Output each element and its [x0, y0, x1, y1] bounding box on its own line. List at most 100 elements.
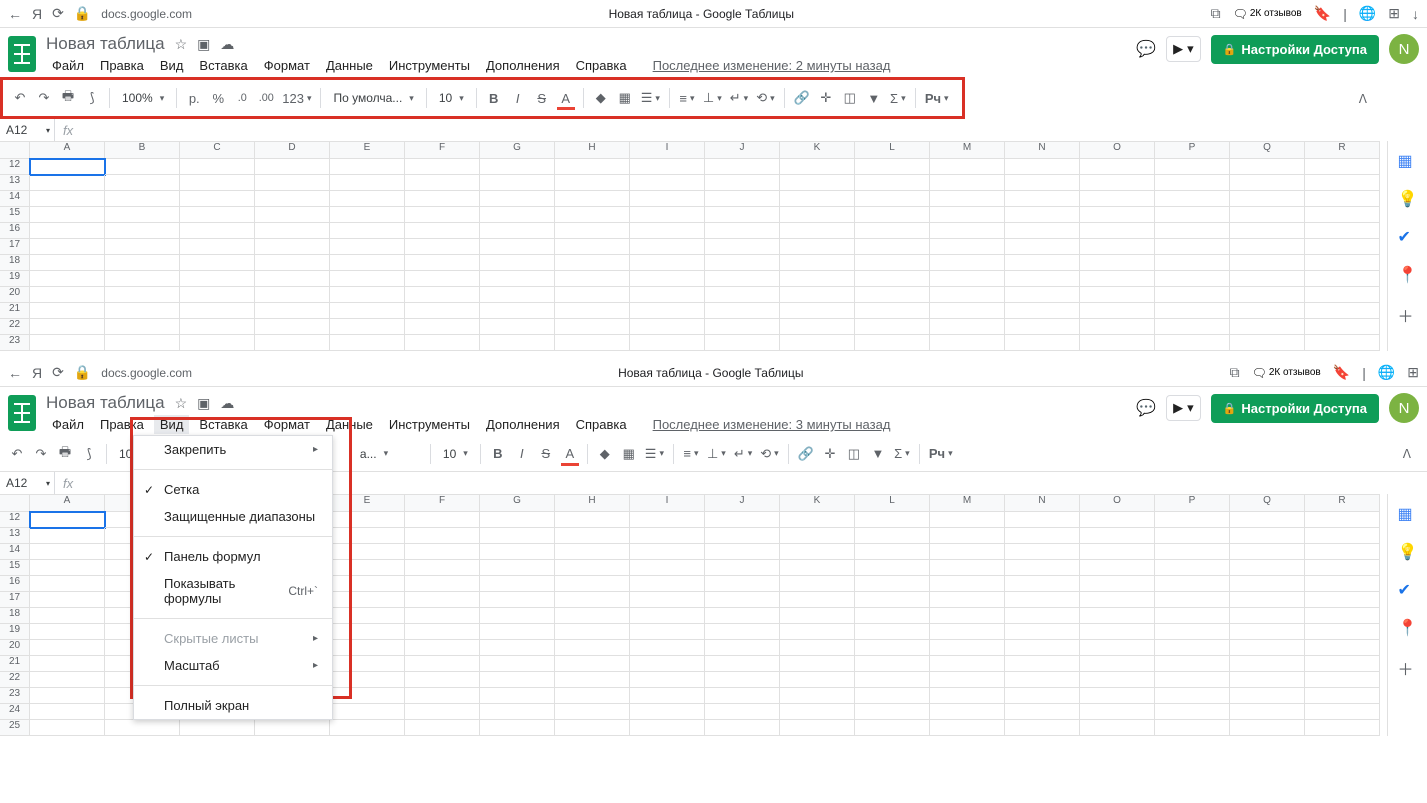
- rotate-dropdown[interactable]: ⟲: [753, 85, 777, 111]
- cell[interactable]: [1005, 544, 1080, 560]
- cell[interactable]: [30, 672, 105, 688]
- cell[interactable]: [105, 223, 180, 239]
- cell[interactable]: [405, 544, 480, 560]
- cell[interactable]: [330, 592, 405, 608]
- cell[interactable]: [1155, 704, 1230, 720]
- link-icon[interactable]: 🔗: [791, 85, 813, 111]
- move-icon[interactable]: ▣: [197, 395, 210, 412]
- merge-dropdown[interactable]: ☰: [638, 85, 663, 111]
- cell[interactable]: [105, 255, 180, 271]
- cell[interactable]: [30, 688, 105, 704]
- cell[interactable]: [1155, 688, 1230, 704]
- cell[interactable]: [330, 560, 405, 576]
- textcolor-icon[interactable]: A: [559, 441, 581, 467]
- redo-icon[interactable]: ↷: [30, 441, 52, 467]
- cell[interactable]: [855, 191, 930, 207]
- functions-dropdown[interactable]: Σ: [891, 441, 913, 467]
- cell[interactable]: [705, 255, 780, 271]
- cell[interactable]: [330, 656, 405, 672]
- cell[interactable]: [930, 335, 1005, 351]
- cell[interactable]: [630, 576, 705, 592]
- cell[interactable]: [930, 576, 1005, 592]
- cell[interactable]: [330, 159, 405, 175]
- cell[interactable]: [705, 560, 780, 576]
- cell[interactable]: [555, 239, 630, 255]
- cell[interactable]: [330, 624, 405, 640]
- cell[interactable]: [555, 640, 630, 656]
- cell[interactable]: [555, 319, 630, 335]
- cell[interactable]: [930, 656, 1005, 672]
- cell[interactable]: [405, 672, 480, 688]
- cell[interactable]: [1305, 191, 1380, 207]
- cell[interactable]: [780, 223, 855, 239]
- cell[interactable]: [30, 528, 105, 544]
- cell[interactable]: [1155, 720, 1230, 736]
- cell[interactable]: [330, 672, 405, 688]
- cell[interactable]: [1230, 720, 1305, 736]
- present-button[interactable]: ▶▾: [1166, 36, 1201, 62]
- cell[interactable]: [630, 704, 705, 720]
- cell[interactable]: [630, 335, 705, 351]
- cell[interactable]: [705, 720, 780, 736]
- cell[interactable]: [705, 239, 780, 255]
- reload-icon[interactable]: ⟳: [52, 364, 64, 381]
- cell[interactable]: [1005, 528, 1080, 544]
- textcolor-icon[interactable]: A: [555, 85, 577, 111]
- cell[interactable]: [855, 335, 930, 351]
- menu-file[interactable]: Файл: [46, 56, 90, 75]
- cell[interactable]: [105, 191, 180, 207]
- halign-dropdown[interactable]: ≡: [680, 441, 702, 467]
- cell[interactable]: [930, 159, 1005, 175]
- comment-icon[interactable]: ✛: [815, 85, 837, 111]
- cell[interactable]: [780, 528, 855, 544]
- cell[interactable]: [1305, 608, 1380, 624]
- bookmark-icon[interactable]: 🔖: [1333, 364, 1350, 381]
- toolbar-collapse-icon[interactable]: ᐱ: [1393, 447, 1421, 461]
- cell[interactable]: [330, 720, 405, 736]
- cell[interactable]: [255, 335, 330, 351]
- cell[interactable]: [930, 175, 1005, 191]
- strike-icon[interactable]: S: [531, 85, 553, 111]
- cell[interactable]: [1305, 624, 1380, 640]
- menu-data[interactable]: Данные: [320, 415, 379, 434]
- cell[interactable]: [330, 239, 405, 255]
- column-header[interactable]: H: [555, 141, 630, 159]
- row-header[interactable]: 25: [0, 720, 30, 736]
- cell[interactable]: [1005, 688, 1080, 704]
- cell[interactable]: [1080, 608, 1155, 624]
- cell[interactable]: [1080, 319, 1155, 335]
- cell[interactable]: [30, 544, 105, 560]
- cell[interactable]: [630, 528, 705, 544]
- maps-icon[interactable]: 📍: [1398, 618, 1418, 638]
- cell[interactable]: [1230, 656, 1305, 672]
- cell[interactable]: [930, 592, 1005, 608]
- maps-icon[interactable]: 📍: [1398, 265, 1418, 285]
- zoom-dropdown[interactable]: 100%: [116, 91, 170, 105]
- cell[interactable]: [1305, 287, 1380, 303]
- cell[interactable]: [330, 255, 405, 271]
- row-header[interactable]: 14: [0, 191, 30, 207]
- menu-item-zoom[interactable]: Масштаб: [134, 652, 332, 679]
- cell[interactable]: [405, 303, 480, 319]
- cell[interactable]: [330, 640, 405, 656]
- row-header[interactable]: 19: [0, 624, 30, 640]
- cell[interactable]: [105, 287, 180, 303]
- windows-icon[interactable]: ⧉: [1230, 364, 1240, 381]
- cell[interactable]: [1305, 319, 1380, 335]
- share-button[interactable]: Настройки Доступа: [1211, 35, 1379, 64]
- cell[interactable]: [1230, 223, 1305, 239]
- cell[interactable]: [30, 512, 105, 528]
- cell[interactable]: [555, 207, 630, 223]
- cell[interactable]: [480, 223, 555, 239]
- column-header[interactable]: B: [105, 141, 180, 159]
- cell[interactable]: [1305, 592, 1380, 608]
- cell[interactable]: [1080, 720, 1155, 736]
- menu-view[interactable]: Вид: [154, 415, 190, 434]
- column-header[interactable]: J: [705, 141, 780, 159]
- cell[interactable]: [855, 544, 930, 560]
- menu-help[interactable]: Справка: [570, 415, 633, 434]
- cell[interactable]: [630, 303, 705, 319]
- cell[interactable]: [1155, 544, 1230, 560]
- cell[interactable]: [330, 223, 405, 239]
- cell[interactable]: [1080, 576, 1155, 592]
